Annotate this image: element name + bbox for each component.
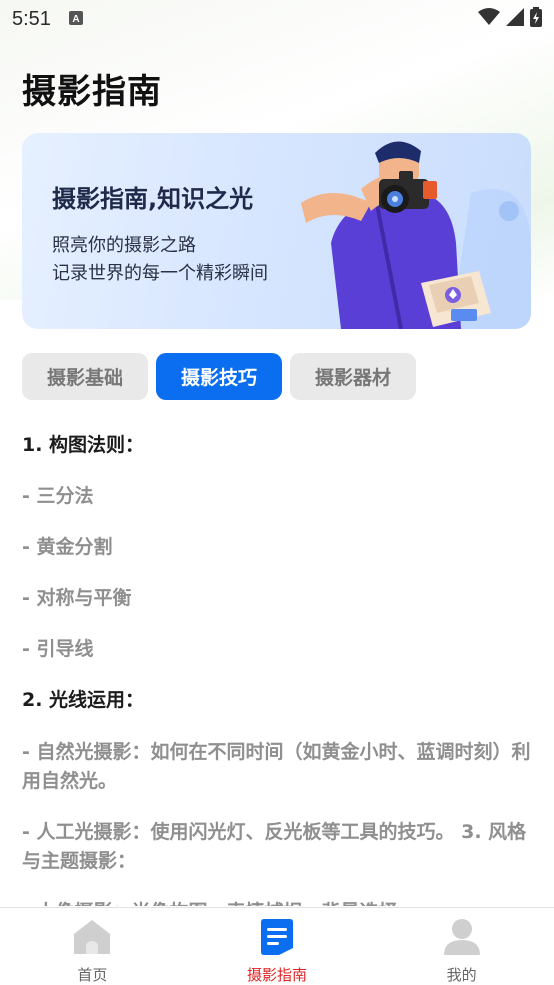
nav-item-profile[interactable]: 我的 — [392, 908, 532, 985]
photographer-illustration — [301, 141, 531, 329]
tab-photography-techniques[interactable]: 摄影技巧 — [156, 353, 282, 400]
list-item: - 人像摄影：肖像构图、表情捕捉、背景选择 — [22, 886, 532, 906]
nav-label-profile: 我的 — [446, 966, 477, 984]
notification-a-icon: A — [68, 10, 83, 29]
list-item: - 自然光摄影：如何在不同时间（如黄金小时、蓝调时刻）利用自然光。 — [22, 741, 531, 792]
hero-banner[interactable]: 摄影指南,知识之光 照亮你的摄影之路 记录世界的每一个精彩瞬间 — [22, 133, 531, 329]
banner-subtitle-line1: 照亮你的摄影之路 — [52, 235, 196, 256]
nav-item-home[interactable]: 首页 — [22, 908, 162, 985]
list-item: - 对称与平衡 — [22, 587, 132, 609]
status-bar: 5:51 A — [0, 0, 554, 38]
list-item: - 黄金分割 — [22, 536, 113, 558]
tab-photography-equipment[interactable]: 摄影器材 — [290, 353, 416, 400]
nav-label-home: 首页 — [77, 966, 108, 984]
battery-icon — [530, 7, 542, 31]
list-item: - 三分法 — [22, 485, 94, 507]
guide-icon — [257, 918, 297, 960]
profile-icon — [442, 918, 482, 960]
list-item: - 引导线 — [22, 638, 94, 660]
status-time: 5:51 — [12, 7, 51, 30]
category-tabs: 摄影基础 摄影技巧 摄影器材 — [22, 353, 416, 400]
banner-subtitle-line2: 记录世界的每一个精彩瞬间 — [52, 263, 268, 284]
svg-text:A: A — [72, 14, 79, 25]
signal-icon — [506, 8, 524, 30]
bottom-navigation: 首页 摄影指南 我的 — [0, 907, 554, 985]
list-item: - 人工光摄影：使用闪光灯、反光板等工具的技巧。 3. 风格与主题摄影： — [22, 821, 527, 872]
page-title: 摄影指南 — [22, 72, 162, 112]
home-icon — [72, 918, 112, 960]
article-content[interactable]: 1. 构图法则： - 三分法 - 黄金分割 - 对称与平衡 - 引导线 2. 光… — [22, 420, 532, 906]
tab-photography-basics[interactable]: 摄影基础 — [22, 353, 148, 400]
nav-label-guide: 摄影指南 — [246, 966, 307, 984]
section-heading: 2. 光线运用： — [22, 689, 145, 711]
nav-item-guide[interactable]: 摄影指南 — [207, 908, 347, 985]
section-heading: 1. 构图法则： — [22, 434, 145, 456]
banner-title: 摄影指南,知识之光 — [52, 185, 254, 213]
wifi-icon — [478, 8, 500, 30]
